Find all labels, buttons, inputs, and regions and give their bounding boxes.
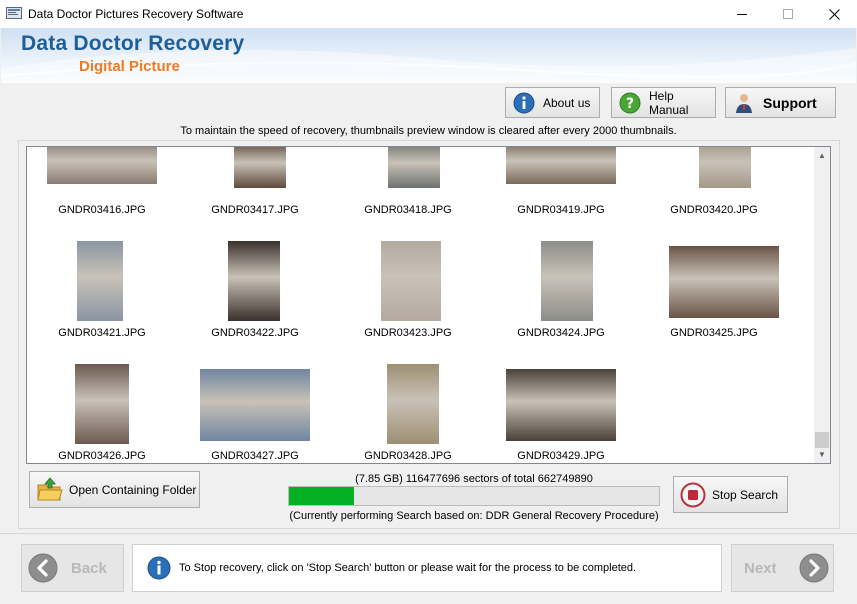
thumbnail-item[interactable]: GNDR03422.JPG (180, 210, 330, 339)
thumbnail-item[interactable]: GNDR03423.JPG (333, 210, 483, 339)
thumbnail-image (541, 241, 593, 321)
about-us-button[interactable]: About us (505, 87, 600, 118)
thumbnail-item[interactable]: GNDR03421.JPG (27, 210, 177, 339)
back-label: Back (71, 559, 107, 577)
info-icon (513, 92, 535, 113)
thumbnail-image (387, 364, 439, 444)
about-us-label: About us (543, 95, 591, 110)
thumbnail-item[interactable]: GNDR03426.JPG (27, 333, 177, 462)
thumbnail-image (47, 147, 157, 184)
close-icon (828, 8, 840, 20)
svg-text:?: ? (626, 96, 634, 112)
thumbnail-item[interactable]: GNDR03429.JPG (486, 333, 636, 462)
thumbnail-image (75, 364, 129, 444)
thumbnail-item[interactable]: GNDR03428.JPG (333, 333, 483, 462)
open-containing-folder-label: Open Containing Folder (69, 482, 197, 497)
status-info-text: To Stop recovery, click on 'Stop Search'… (179, 562, 637, 574)
thumbnail-grid[interactable]: GNDR03416.JPG GNDR03417.JPG GNDR03418.JPG G… (26, 146, 816, 464)
search-progress-fill (289, 487, 354, 505)
thumbnail-item[interactable]: GNDR03427.JPG (180, 333, 330, 462)
thumbnail-image (77, 241, 123, 321)
vertical-scrollbar[interactable]: ▲ ▼ (814, 146, 831, 464)
arrow-left-icon (28, 553, 58, 583)
close-button[interactable] (811, 0, 857, 28)
app-icon (6, 7, 22, 19)
status-info-box: To Stop recovery, click on 'Stop Search'… (132, 544, 722, 592)
minimize-button[interactable] (719, 0, 765, 28)
thumbnail-filename: GNDR03428.JPG (364, 450, 452, 462)
maximize-icon (782, 8, 793, 19)
thumbnail-image (381, 241, 441, 321)
thumbnail-item[interactable]: GNDR03416.JPG (27, 147, 177, 216)
thumbnail-item[interactable]: GNDR03417.JPG (180, 147, 330, 216)
next-label: Next (744, 559, 777, 577)
support-button[interactable]: Support (725, 87, 836, 118)
thumbnail-notice: To maintain the speed of recovery, thumb… (180, 125, 677, 137)
stop-search-label: Stop Search (712, 487, 779, 502)
support-label: Support (763, 94, 817, 111)
thumbnail-image (669, 246, 779, 318)
search-method-text: (Currently performing Search based on: D… (289, 510, 659, 522)
sectors-status: (7.85 GB) 116477696 sectors of total 662… (355, 473, 593, 485)
minimize-icon (736, 13, 747, 15)
thumbnail-image (228, 241, 280, 321)
thumbnail-item[interactable]: GNDR03418.JPG (333, 147, 483, 216)
thumbnail-item[interactable]: GNDR03420.JPG (639, 147, 789, 216)
open-containing-folder-button[interactable]: Open Containing Folder (29, 471, 200, 508)
arrow-right-icon (799, 553, 829, 583)
folder-open-icon (37, 476, 63, 500)
thumbnail-image (506, 369, 616, 441)
thumbnail-filename: GNDR03426.JPG (58, 450, 146, 462)
brand-subtitle: Digital Picture (79, 58, 180, 75)
brand-title: Data Doctor Recovery (21, 32, 245, 55)
next-button[interactable]: Next (731, 544, 834, 592)
thumbnail-grid-content: GNDR03416.JPG GNDR03417.JPG GNDR03418.JPG G… (27, 147, 815, 463)
help-question-icon: ? (619, 92, 641, 113)
thumbnail-image (234, 147, 286, 188)
help-manual-label: Help Manual (649, 88, 689, 117)
scroll-down-arrow-icon[interactable]: ▼ (814, 446, 830, 463)
thumbnail-filename: GNDR03425.JPG (670, 327, 758, 339)
title-bar: Data Doctor Pictures Recovery Software (0, 0, 857, 28)
thumbnail-image (200, 369, 310, 441)
thumbnail-item[interactable]: GNDR03425.JPG (639, 210, 789, 339)
thumbnail-filename: GNDR03427.JPG (211, 450, 299, 462)
info-icon (147, 556, 171, 580)
thumbnail-image (699, 147, 751, 188)
support-person-icon (736, 93, 752, 113)
stop-icon (680, 482, 706, 507)
thumbnail-image (506, 147, 616, 184)
thumbnail-image (388, 147, 440, 188)
thumbnail-filename: GNDR03429.JPG (517, 450, 605, 462)
header-banner: Data Doctor Recovery Digital Picture (1, 28, 856, 83)
stop-search-button[interactable]: Stop Search (673, 476, 788, 513)
back-button[interactable]: Back (21, 544, 124, 592)
help-manual-button[interactable]: ? Help Manual (611, 87, 716, 118)
thumbnail-item[interactable]: GNDR03424.JPG (486, 210, 636, 339)
maximize-button[interactable] (765, 0, 811, 28)
thumbnail-item[interactable]: GNDR03419.JPG (486, 147, 636, 216)
search-progress-bar (288, 486, 660, 506)
scroll-up-arrow-icon[interactable]: ▲ (814, 147, 830, 164)
window-title: Data Doctor Pictures Recovery Software (28, 7, 244, 21)
